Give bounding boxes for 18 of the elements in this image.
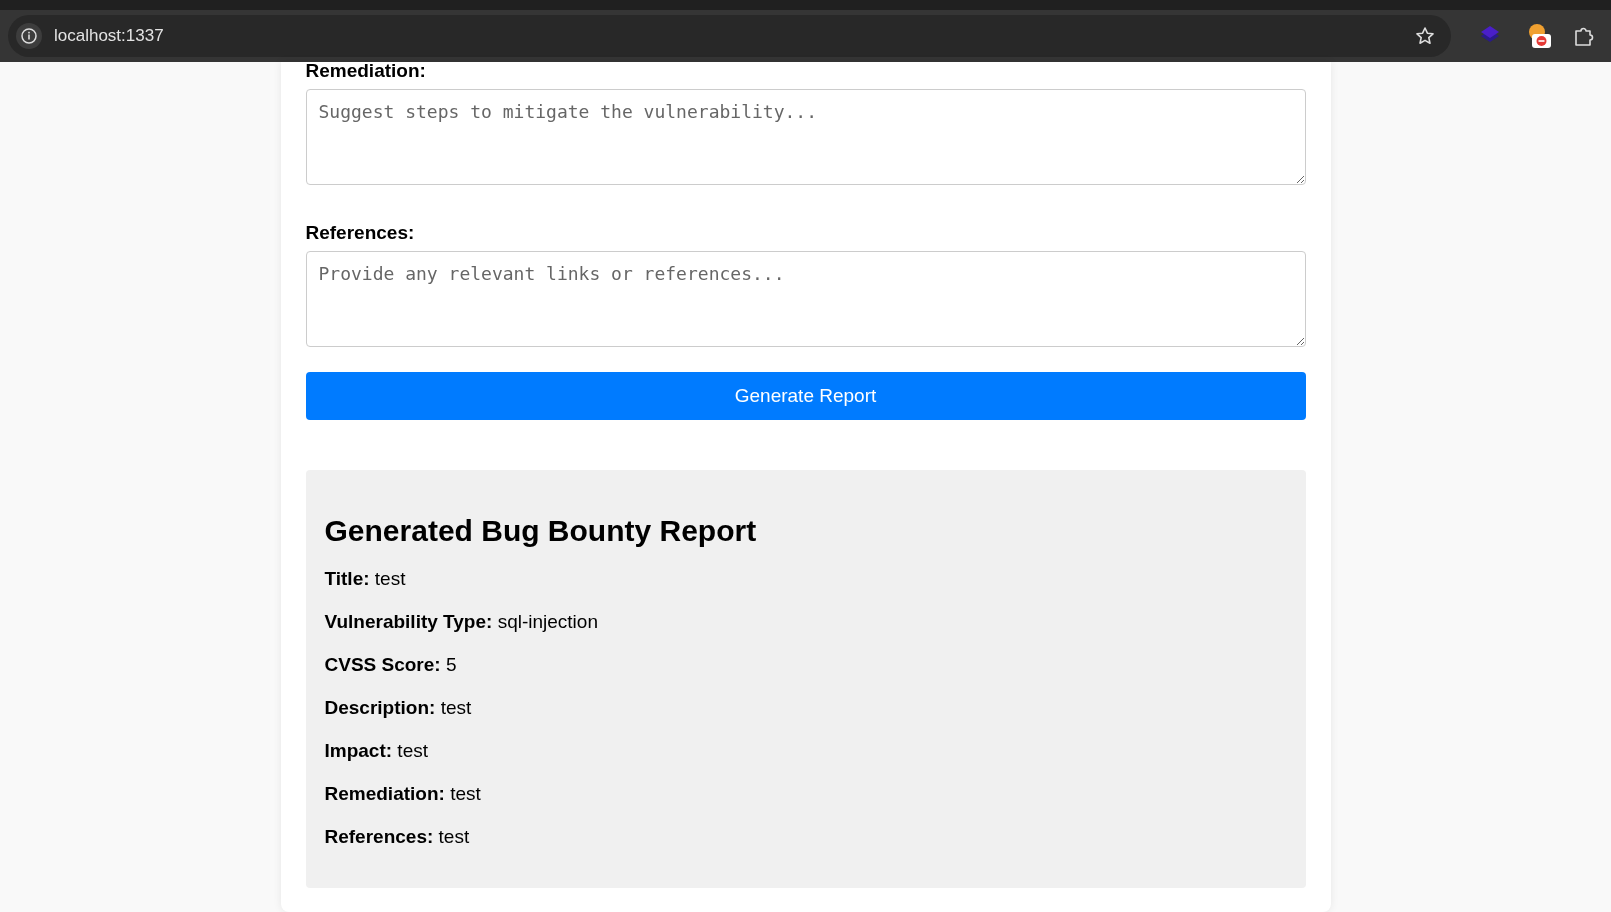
address-bar[interactable]: localhost:1337 bbox=[8, 15, 1451, 57]
url-text: localhost:1337 bbox=[54, 25, 164, 48]
field-label: Remediation: bbox=[305, 60, 427, 82]
puzzle-icon[interactable] bbox=[1573, 25, 1595, 47]
report-line: Title: test bbox=[324, 567, 407, 590]
report-line: Remediation: test bbox=[324, 782, 482, 805]
report-line: CVSS Score: 5 bbox=[324, 653, 458, 676]
report-heading: Generated Bug Bounty Report bbox=[324, 513, 758, 549]
text-area[interactable]: Suggest steps to mitigate the vulnerability... bbox=[305, 89, 1306, 185]
field-label: References: bbox=[305, 222, 416, 244]
report-line: Impact: test bbox=[324, 739, 429, 762]
report-line: Vulnerability Type: sql-injection bbox=[324, 610, 599, 633]
generate-report-button[interactable]: Generate Report bbox=[305, 372, 1306, 420]
report-line: References: test bbox=[324, 825, 471, 848]
star-icon[interactable] bbox=[1415, 26, 1435, 46]
text-area[interactable]: Provide any relevant links or references... bbox=[305, 251, 1306, 347]
report-line: Description: test bbox=[324, 696, 473, 719]
info-icon[interactable] bbox=[16, 23, 42, 49]
